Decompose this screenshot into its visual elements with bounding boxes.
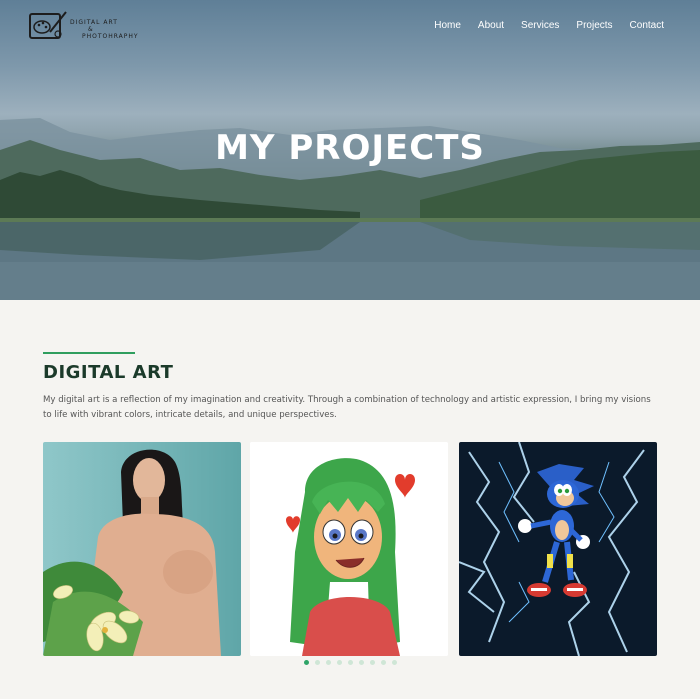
carousel-pagination — [304, 660, 397, 665]
nav-about[interactable]: About — [478, 20, 504, 31]
hero-banner: DIGITAL ART & PHOTOHRAPHY Home About Ser… — [0, 0, 700, 300]
main-nav: Home About Services Projects Contact — [434, 20, 664, 31]
art-gallery-carousel — [43, 442, 657, 656]
gallery-item-portrait[interactable] — [43, 442, 241, 656]
carousel-dot[interactable] — [381, 660, 386, 665]
carousel-dot[interactable] — [392, 660, 397, 665]
site-logo[interactable]: DIGITAL ART & PHOTOHRAPHY — [28, 10, 139, 42]
logo-line-2: & — [88, 25, 94, 33]
nav-contact[interactable]: Contact — [630, 20, 664, 31]
carousel-dot[interactable] — [326, 660, 331, 665]
cartoon-girl-artwork-image — [250, 442, 448, 656]
carousel-dot[interactable] — [370, 660, 375, 665]
logo-line-3: PHOTOHRAPHY — [82, 32, 139, 40]
gallery-item-sonic[interactable] — [459, 442, 657, 656]
nav-projects[interactable]: Projects — [576, 20, 612, 31]
carousel-dot[interactable] — [304, 660, 309, 665]
carousel-dot[interactable] — [315, 660, 320, 665]
hero-title: MY PROJECTS — [215, 128, 485, 168]
section-title: DIGITAL ART — [43, 362, 174, 383]
palette-logo-icon — [29, 11, 67, 39]
logo-line-1: DIGITAL ART — [70, 18, 118, 26]
digital-art-section: DIGITAL ART My digital art is a reflecti… — [43, 352, 663, 423]
gallery-item-cartoon-girl[interactable] — [250, 442, 448, 656]
section-accent-bar — [43, 352, 135, 354]
portrait-artwork-image — [43, 442, 241, 656]
section-description: My digital art is a reflection of my ima… — [43, 395, 651, 420]
logo-text: DIGITAL ART & PHOTOHRAPHY — [70, 19, 139, 40]
nav-home[interactable]: Home — [434, 20, 461, 31]
carousel-dot[interactable] — [348, 660, 353, 665]
nav-services[interactable]: Services — [521, 20, 559, 31]
carousel-dot[interactable] — [337, 660, 342, 665]
sonic-artwork-image — [459, 442, 657, 656]
carousel-dot[interactable] — [359, 660, 364, 665]
